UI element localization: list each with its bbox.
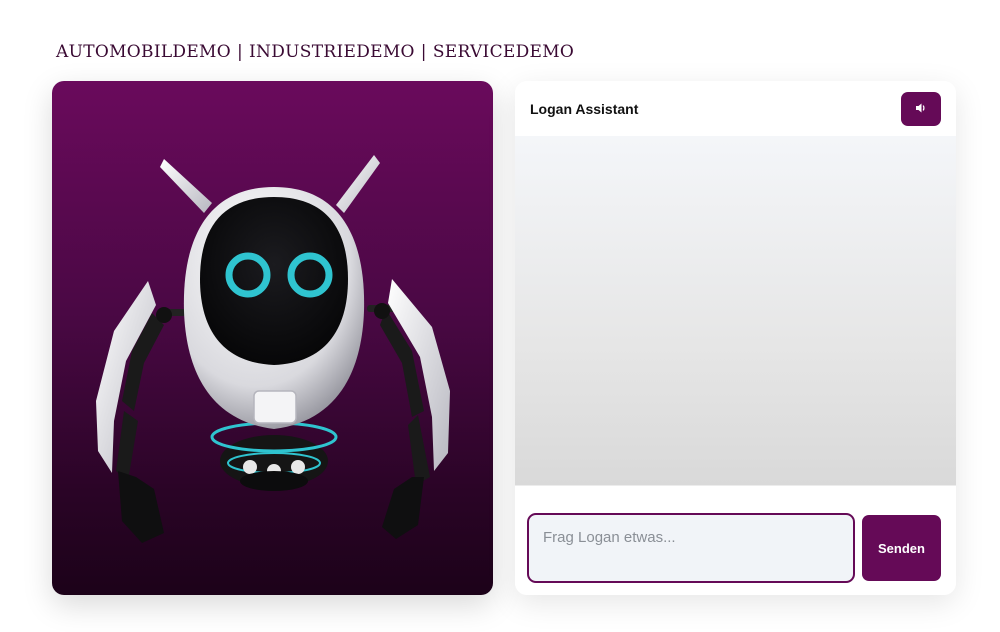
chat-header: Logan Assistant [515,81,956,136]
demo-nav: AUTOMOBILDEMO | INDUSTRIEDEMO | SERVICED… [56,42,574,62]
nav-link-automobildemo[interactable]: AUTOMOBILDEMO [56,42,231,62]
chat-input-bar: Senden [515,485,956,595]
nav-separator: | [420,42,427,62]
send-button[interactable]: Senden [862,515,941,581]
chat-panel: Logan Assistant Senden [515,81,956,595]
robot-viewport[interactable] [52,81,493,595]
robot-illustration [96,155,450,543]
speaker-icon [915,102,927,117]
chat-title: Logan Assistant [530,101,639,117]
nav-separator: | [237,42,244,62]
chat-message-input[interactable] [527,513,855,583]
nav-link-servicedemo[interactable]: SERVICEDEMO [433,42,574,62]
chat-message-area[interactable] [515,136,956,485]
nav-link-industriedemo[interactable]: INDUSTRIEDEMO [249,42,415,62]
sound-toggle-button[interactable] [901,92,941,126]
